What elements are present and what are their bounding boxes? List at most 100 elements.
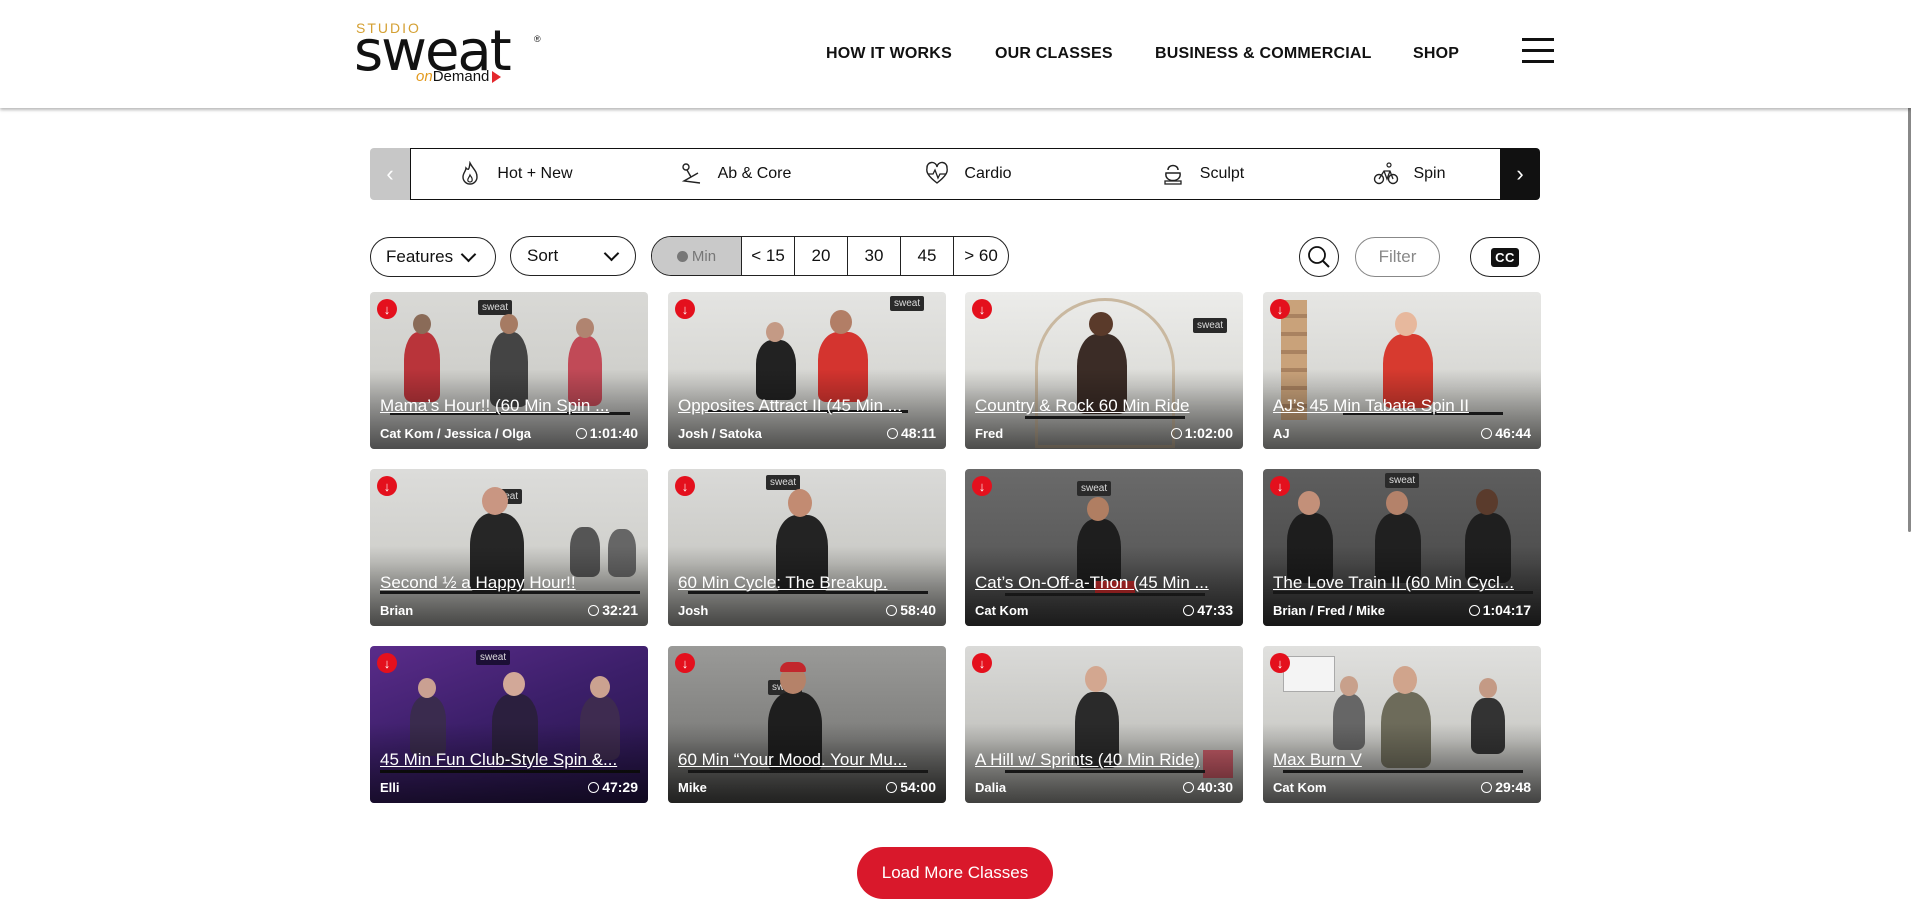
- filter-input[interactable]: Filter: [1355, 237, 1440, 277]
- sort-dropdown[interactable]: Sort: [510, 236, 636, 276]
- category-label: Spin: [1413, 165, 1446, 182]
- duration-text: 1:04:17: [1482, 602, 1531, 618]
- nav-shop[interactable]: SHOP: [1413, 45, 1459, 63]
- clock-icon: [886, 781, 898, 793]
- class-title[interactable]: A Hill w/ Sprints (40 Min Ride): [975, 750, 1233, 770]
- download-icon[interactable]: ↓: [377, 653, 397, 673]
- duration-text: 1:01:40: [589, 425, 638, 441]
- chevron-right-icon: ›: [1516, 161, 1524, 186]
- class-card[interactable]: sweat ↓ 45 Min Fun Club-Style Spin &... …: [370, 646, 648, 803]
- category-sculpt[interactable]: Sculpt: [1085, 148, 1320, 200]
- duration-text: 47:33: [1197, 602, 1233, 618]
- download-icon[interactable]: ↓: [675, 476, 695, 496]
- studio-sweat-logo[interactable]: STUDIO sweat ® onDemand: [354, 20, 544, 86]
- class-title[interactable]: Cat’s On-Off-a-Thon (45 Min ...: [975, 573, 1233, 593]
- clock-icon: [1183, 781, 1195, 793]
- clock-icon: [1468, 604, 1480, 616]
- class-card[interactable]: ↓ A Hill w/ Sprints (40 Min Ride) Dalia …: [965, 646, 1243, 803]
- duration-text: 29:48: [1495, 779, 1531, 795]
- chevron-down-icon: [603, 245, 620, 262]
- nav-business-commercial[interactable]: BUSINESS & COMMERCIAL: [1155, 45, 1372, 63]
- class-duration: 40:30: [1183, 779, 1233, 795]
- duration-over-60-button[interactable]: > 60: [953, 237, 1008, 275]
- category-label: Hot + New: [497, 165, 573, 182]
- wall-logo-image: sweat: [476, 650, 511, 665]
- menu-icon[interactable]: [1522, 38, 1554, 64]
- download-icon[interactable]: ↓: [675, 299, 695, 319]
- duration-45-button[interactable]: 45: [900, 237, 953, 275]
- clock-icon: [676, 250, 688, 262]
- nav-how-it-works[interactable]: HOW IT WORKS: [826, 45, 952, 63]
- chevron-left-icon: ‹: [386, 161, 394, 186]
- category-spin[interactable]: Spin: [1319, 148, 1500, 200]
- download-icon[interactable]: ↓: [377, 476, 397, 496]
- download-icon[interactable]: ↓: [972, 299, 992, 319]
- class-card[interactable]: sweat ↓ Second ½ a Happy Hour!! Brian 32…: [370, 469, 648, 626]
- class-card[interactable]: ↓ Max Burn V Cat Kom 29:48: [1263, 646, 1541, 803]
- duration-text: 40:30: [1197, 779, 1233, 795]
- clock-icon: [1170, 427, 1182, 439]
- class-title[interactable]: 60 Min Cycle: The Breakup.: [678, 573, 936, 593]
- class-duration: 48:11: [886, 425, 936, 441]
- class-title[interactable]: AJ’s 45 Min Tabata Spin II: [1273, 396, 1531, 416]
- category-label: Ab & Core: [717, 165, 792, 182]
- clock-icon: [588, 781, 600, 793]
- class-instructors: Cat Kom / Jessica / Olga: [380, 426, 532, 441]
- download-icon[interactable]: ↓: [675, 653, 695, 673]
- search-button[interactable]: [1299, 237, 1339, 277]
- class-card[interactable]: sweat ↓ Country & Rock 60 Min Ride Fred …: [965, 292, 1243, 449]
- duration-30-button[interactable]: 30: [847, 237, 900, 275]
- logo-demand-text: Demand: [432, 68, 490, 85]
- class-title[interactable]: 45 Min Fun Club-Style Spin &...: [380, 750, 638, 770]
- duration-text: 58:40: [900, 602, 936, 618]
- download-icon[interactable]: ↓: [972, 476, 992, 496]
- class-card[interactable]: ↓ AJ’s 45 Min Tabata Spin II AJ 46:44: [1263, 292, 1541, 449]
- class-title[interactable]: Max Burn V: [1273, 750, 1531, 770]
- logo-registered-mark: ®: [534, 34, 541, 44]
- category-cardio[interactable]: Cardio: [851, 148, 1086, 200]
- class-card[interactable]: sweat ↓ The Love Train II (60 Min Cycl..…: [1263, 469, 1541, 626]
- class-instructors: AJ: [1273, 426, 1290, 441]
- download-icon[interactable]: ↓: [1270, 299, 1290, 319]
- load-more-classes-button[interactable]: Load More Classes: [857, 847, 1053, 899]
- class-card[interactable]: sweat ↓ Mama’s Hour!! (60 Min Spin ... C…: [370, 292, 648, 449]
- class-card[interactable]: sweat ↓ 60 Min “Your Mood. Your Mu... Mi…: [668, 646, 946, 803]
- carousel-next-button[interactable]: ›: [1500, 148, 1540, 200]
- duration-min-label: Min: [652, 237, 741, 275]
- flame-icon: [462, 161, 479, 185]
- class-instructors: Brian: [380, 603, 414, 618]
- closed-captions-button[interactable]: CC: [1470, 237, 1540, 277]
- nav-our-classes[interactable]: OUR CLASSES: [995, 45, 1113, 63]
- duration-text: 48:11: [900, 425, 936, 441]
- logo-on-text: on: [416, 68, 433, 85]
- duration-under-15-button[interactable]: < 15: [741, 237, 794, 275]
- class-title[interactable]: 60 Min “Your Mood. Your Mu...: [678, 750, 936, 770]
- clock-icon: [1481, 427, 1493, 439]
- carousel-prev-button[interactable]: ‹: [370, 148, 410, 200]
- class-title[interactable]: Mama’s Hour!! (60 Min Spin ...: [380, 396, 638, 416]
- class-title[interactable]: Country & Rock 60 Min Ride: [975, 396, 1233, 416]
- download-icon[interactable]: ↓: [1270, 653, 1290, 673]
- download-icon[interactable]: ↓: [377, 299, 397, 319]
- class-duration: 1:04:17: [1468, 602, 1531, 618]
- chevron-down-icon: [460, 246, 477, 263]
- category-hot-new[interactable]: Hot + New: [410, 148, 620, 200]
- bike-icon: [1374, 162, 1399, 185]
- category-ab-core[interactable]: Ab & Core: [618, 148, 852, 200]
- duration-text: 47:29: [602, 779, 638, 795]
- clock-icon: [886, 427, 898, 439]
- download-icon[interactable]: ↓: [1270, 476, 1290, 496]
- class-title[interactable]: Opposites Attract II (45 Min ...: [678, 396, 936, 416]
- download-icon[interactable]: ↓: [972, 653, 992, 673]
- class-title[interactable]: The Love Train II (60 Min Cycl...: [1273, 573, 1531, 593]
- class-card[interactable]: sweat ↓ 60 Min Cycle: The Breakup. Josh …: [668, 469, 946, 626]
- category-label: Cardio: [964, 165, 1012, 182]
- duration-text: 1:02:00: [1184, 425, 1233, 441]
- duration-20-button[interactable]: 20: [794, 237, 847, 275]
- features-dropdown[interactable]: Features: [370, 237, 496, 277]
- class-instructors: Cat Kom: [1273, 780, 1327, 795]
- class-duration: 32:21: [588, 602, 638, 618]
- class-card[interactable]: sweat ↓ Opposites Attract II (45 Min ...…: [668, 292, 946, 449]
- class-title[interactable]: Second ½ a Happy Hour!!: [380, 573, 638, 593]
- class-card[interactable]: sweat ↓ Cat’s On-Off-a-Thon (45 Min ... …: [965, 469, 1243, 626]
